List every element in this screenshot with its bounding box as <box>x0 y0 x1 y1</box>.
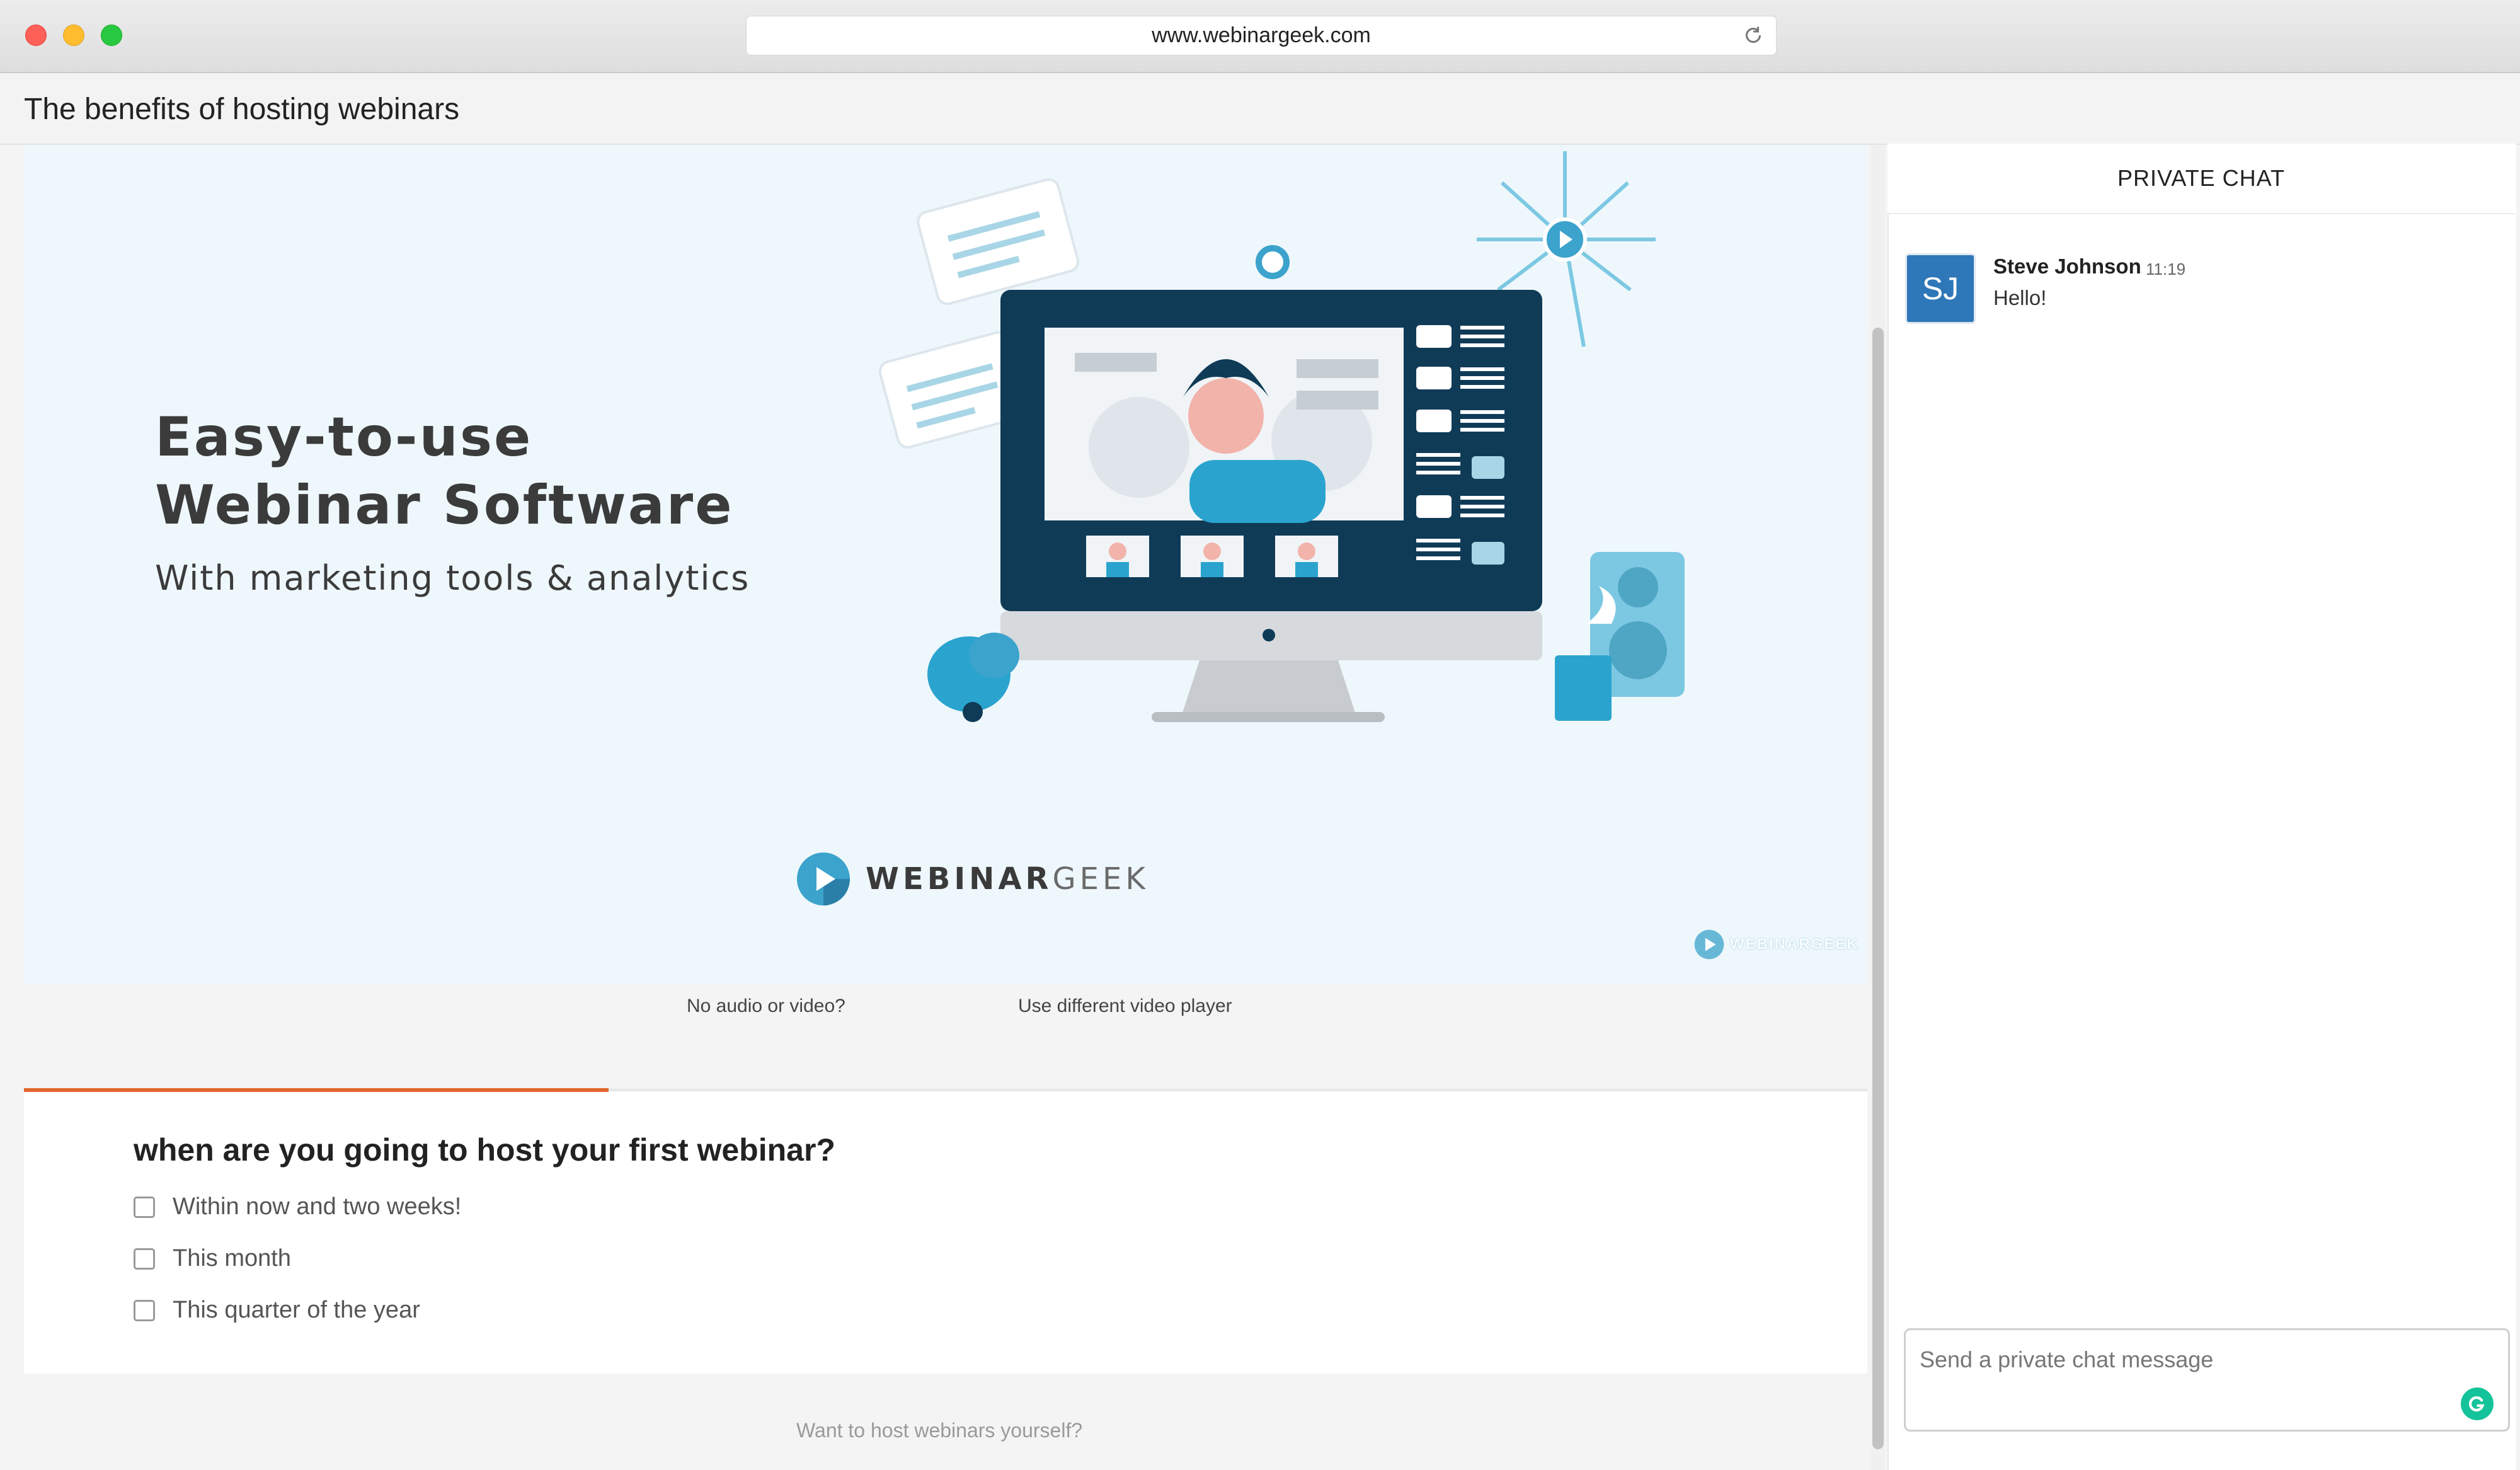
poll-option-label: This month <box>173 1245 291 1272</box>
message-timestamp: 11:19 <box>2146 260 2186 278</box>
different-player-link[interactable]: Use different video player <box>1018 996 1232 1017</box>
chat-panel <box>1887 144 2516 1470</box>
poll-option-checkbox[interactable] <box>134 1196 155 1218</box>
reload-icon[interactable] <box>1742 24 1765 47</box>
page-title-bar: The benefits of hosting webinars <box>0 73 2520 145</box>
grammarly-icon[interactable] <box>2461 1387 2494 1420</box>
host-webinars-link[interactable]: Want to host webinars yourself? <box>796 1419 1082 1442</box>
message-author: Steve Johnson <box>1993 255 2141 278</box>
poll-option-checkbox[interactable] <box>134 1299 155 1321</box>
maximize-window-button[interactable] <box>101 25 122 46</box>
avatar: SJ <box>1905 253 1976 324</box>
poll-option-label: This quarter of the year <box>173 1297 420 1323</box>
close-window-button[interactable] <box>25 25 47 46</box>
no-audio-link[interactable]: No audio or video? <box>687 996 845 1017</box>
main-scrollbar-thumb[interactable] <box>1872 328 1884 1449</box>
message-text: Hello! <box>1993 286 2047 309</box>
speech-bubble-icon <box>917 178 1080 306</box>
play-logo-icon <box>797 853 850 905</box>
poll-option-label: Within now and two weeks! <box>173 1193 462 1220</box>
poll-question: when are you going to host your first we… <box>134 1132 835 1168</box>
video-player[interactable]: Easy-to-use Webinar Software With market… <box>24 145 1867 984</box>
page-title: The benefits of hosting webinars <box>24 93 460 126</box>
poll-option[interactable]: Within now and two weeks! <box>134 1193 461 1220</box>
watermark-logo-icon <box>1694 929 1724 960</box>
video-watermark: WEBINARGEEK <box>1693 929 1859 960</box>
address-bar-url: www.webinargeek.com <box>1152 23 1371 47</box>
chat-header-title: PRIVATE CHAT <box>2117 165 2286 191</box>
window-titlebar: www.webinargeek.com <box>0 0 2520 73</box>
poll-option-checkbox[interactable] <box>134 1248 155 1270</box>
hero-subline: With marketing tools & analytics <box>155 558 750 598</box>
chat-header: PRIVATE CHAT <box>1887 144 2515 214</box>
poll-option[interactable]: This quarter of the year <box>134 1297 420 1324</box>
poll-progress-bar <box>24 1088 609 1092</box>
minimize-window-button[interactable] <box>63 25 84 46</box>
webinargeek-logo: WEBINARGEEK <box>795 851 1149 907</box>
poll-option[interactable]: This month <box>134 1245 291 1272</box>
hero-headline: Easy-to-use Webinar Software <box>155 406 734 537</box>
address-bar[interactable]: www.webinargeek.com <box>746 16 1777 55</box>
chat-message-input[interactable] <box>1904 1328 2510 1432</box>
